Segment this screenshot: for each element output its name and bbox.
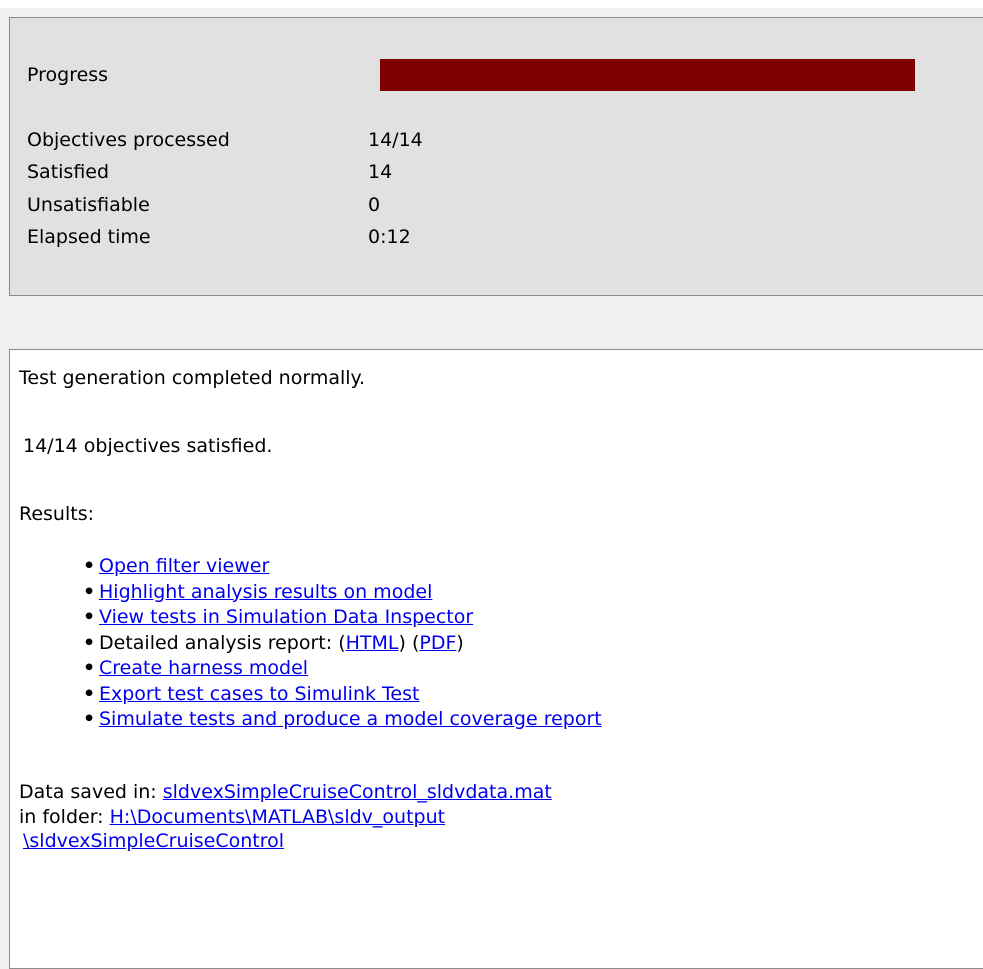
progress-bar-fill — [380, 59, 915, 91]
report-suffix: ) — [456, 631, 464, 654]
window-top-strip — [0, 0, 983, 8]
list-item: • Simulate tests and produce a model cove… — [83, 707, 602, 733]
list-item: • Highlight analysis results on model — [83, 580, 602, 606]
highlight-results-link[interactable]: Highlight analysis results on model — [99, 581, 432, 603]
satisfied-value: 14 — [368, 161, 393, 183]
report-html-link[interactable]: HTML — [346, 632, 399, 654]
list-item: • Detailed analysis report: (HTML) (PDF) — [83, 631, 602, 657]
results-links-list: • Open filter viewer • Highlight analysis … — [83, 554, 602, 733]
list-item: • View tests in Simulation Data Inspector — [83, 605, 602, 631]
report-prefix: Detailed analysis report: ( — [99, 631, 346, 654]
list-item: • Open filter viewer — [83, 554, 602, 580]
export-test-cases-link[interactable]: Export test cases to Simulink Test — [99, 683, 419, 705]
create-harness-link[interactable]: Create harness model — [99, 657, 308, 679]
folder-label: in folder: — [19, 806, 110, 828]
satisfied-label: Satisfied — [27, 161, 110, 183]
bullet-icon: • — [83, 580, 96, 603]
unsatisfiable-value: 0 — [368, 194, 381, 216]
open-filter-viewer-link[interactable]: Open filter viewer — [99, 555, 269, 577]
list-item: • Create harness model — [83, 656, 602, 682]
folder-path-link[interactable]: H:\Documents\MATLAB\sldv_output — [110, 806, 445, 828]
folder-path-continuation: \sldvexSimpleCruiseControl — [23, 829, 284, 853]
elapsed-time-value: 0:12 — [368, 226, 411, 248]
elapsed-time-label: Elapsed time — [27, 226, 151, 248]
bullet-icon: • — [83, 657, 96, 679]
folder-line: in folder: H:\Documents\MATLAB\sldv_outp… — [19, 805, 445, 829]
progress-bar — [380, 59, 915, 91]
objectives-processed-label: Objectives processed — [27, 129, 230, 151]
progress-label: Progress — [27, 64, 109, 86]
data-saved-line: Data saved in: sldvexSimpleCruiseControl… — [19, 780, 552, 804]
status-message: Test generation completed normally. — [19, 367, 366, 389]
objectives-processed-value: 14/14 — [368, 129, 423, 151]
report-mid: ) ( — [398, 631, 420, 654]
list-item: • Export test cases to Simulink Test — [83, 682, 602, 708]
results-panel: Test generation completed normally. 14/1… — [9, 349, 983, 969]
unsatisfiable-label: Unsatisfiable — [27, 194, 150, 216]
data-file-link[interactable]: sldvexSimpleCruiseControl_sldvdata.mat — [163, 781, 552, 803]
view-tests-sdi-link[interactable]: View tests in Simulation Data Inspector — [99, 606, 473, 628]
bullet-icon: • — [83, 682, 96, 705]
simulate-tests-link[interactable]: Simulate tests and produce a model cover… — [99, 708, 602, 730]
results-heading: Results: — [19, 503, 95, 525]
bullet-icon: • — [83, 708, 96, 730]
folder-path-link-continued[interactable]: \sldvexSimpleCruiseControl — [23, 830, 284, 852]
data-saved-label: Data saved in: — [19, 781, 163, 803]
bullet-icon: • — [83, 606, 96, 628]
report-pdf-link[interactable]: PDF — [419, 632, 456, 654]
bullet-icon: • — [83, 631, 96, 654]
progress-panel: Progress Objectives processed 14/14 Sati… — [9, 17, 983, 296]
objectives-summary: 14/14 objectives satisfied. — [23, 435, 273, 457]
bullet-icon: • — [83, 555, 96, 577]
